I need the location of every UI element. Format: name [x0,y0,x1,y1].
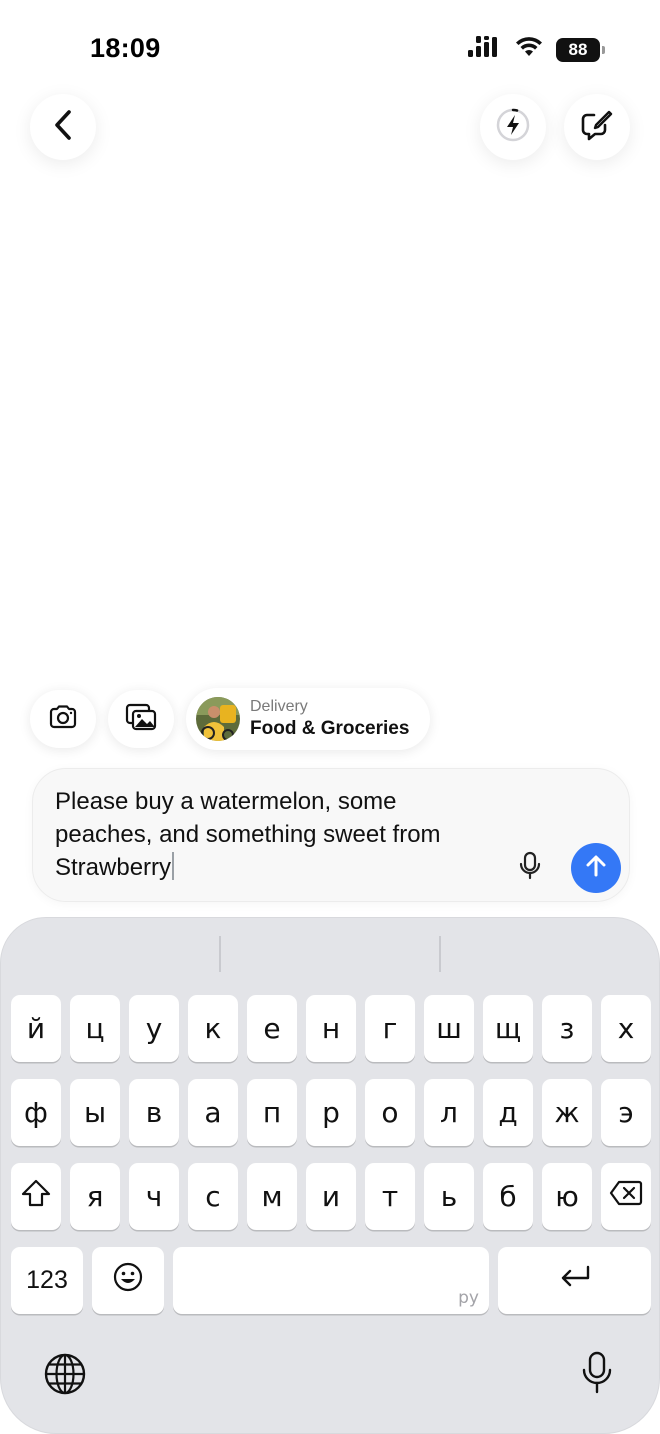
new-chat-button[interactable] [564,94,630,160]
key[interactable]: щ [483,995,533,1062]
suggestion-divider [219,936,221,972]
key[interactable]: ю [542,1163,592,1230]
shift-icon [21,1179,51,1214]
status-icons: 88 [468,36,605,63]
compose-icon [580,109,614,146]
space-key[interactable]: ру [173,1247,489,1314]
arrow-up-icon [585,854,607,883]
send-button[interactable] [571,843,621,893]
key[interactable]: г [365,995,415,1062]
key[interactable]: ж [542,1079,592,1146]
key[interactable]: ь [424,1163,474,1230]
key[interactable]: п [247,1079,297,1146]
keyboard: й ц у к е н г ш щ з х ф ы в а п р о л д … [0,917,660,1434]
numbers-key[interactable]: 123 [11,1247,83,1314]
globe-button[interactable] [41,1352,89,1400]
key[interactable]: м [247,1163,297,1230]
status-time: 18:09 [90,33,161,63]
flash-button[interactable] [480,94,546,160]
dictation-button[interactable] [573,1348,621,1402]
gallery-button[interactable] [108,690,174,748]
message-input-text: Please buy a watermelon, some peaches, a… [55,788,441,881]
delivery-chip-subtitle: Delivery [250,698,308,715]
key[interactable]: в [129,1079,179,1146]
back-button[interactable] [30,94,96,160]
globe-icon [44,1353,86,1400]
photo-gallery-icon [125,703,157,736]
microphone-icon [581,1351,613,1400]
space-language-hint: ру [458,1288,479,1308]
delivery-chip-title: Food & Groceries [250,718,410,739]
key[interactable]: к [188,995,238,1062]
chevron-left-icon [51,109,75,146]
text-caret [172,852,175,880]
key[interactable]: ц [70,995,120,1062]
key[interactable]: т [365,1163,415,1230]
return-icon [558,1264,592,1297]
key[interactable]: э [601,1079,651,1146]
lightning-bolt-icon [495,107,531,148]
voice-input-button[interactable] [515,851,545,885]
key[interactable]: ш [424,995,474,1062]
battery-indicator: 88 [556,37,605,62]
camera-icon [48,704,78,734]
key[interactable]: о [365,1079,415,1146]
backspace-icon [609,1180,643,1213]
key[interactable]: и [306,1163,356,1230]
key[interactable]: д [483,1079,533,1146]
suggestion-divider [439,936,441,972]
cellular-signal-icon [468,36,502,63]
key[interactable]: б [483,1163,533,1230]
key[interactable]: е [247,995,297,1062]
return-key[interactable] [498,1247,651,1314]
key[interactable]: я [70,1163,120,1230]
key[interactable]: н [306,995,356,1062]
key[interactable]: ы [70,1079,120,1146]
key[interactable]: у [129,995,179,1062]
key[interactable]: ф [11,1079,61,1146]
key[interactable]: й [11,995,61,1062]
key[interactable]: р [306,1079,356,1146]
delivery-food-groceries-chip[interactable]: Delivery Food & Groceries [186,688,430,750]
key[interactable]: с [188,1163,238,1230]
microphone-icon [519,851,541,886]
emoji-key[interactable] [92,1247,164,1314]
key[interactable]: л [424,1079,474,1146]
key[interactable]: а [188,1079,238,1146]
courier-avatar [196,697,240,741]
key[interactable]: х [601,995,651,1062]
message-input[interactable]: Please buy a watermelon, some peaches, a… [55,785,495,884]
message-composer[interactable]: Please buy a watermelon, some peaches, a… [32,768,630,902]
wifi-icon [514,36,544,63]
backspace-key[interactable] [601,1163,651,1230]
key[interactable]: з [542,995,592,1062]
key[interactable]: ч [129,1163,179,1230]
emoji-icon [113,1262,143,1299]
camera-button[interactable] [30,690,96,748]
shift-key[interactable] [11,1163,61,1230]
